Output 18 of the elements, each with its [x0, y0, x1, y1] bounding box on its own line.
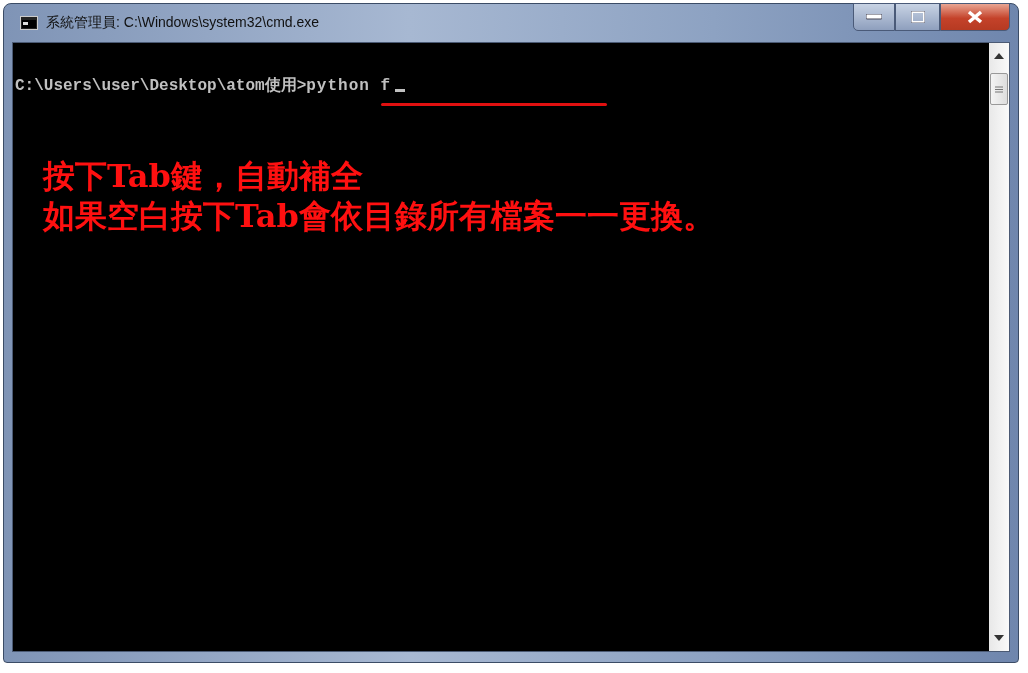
maximize-icon	[910, 11, 925, 23]
vertical-scrollbar[interactable]	[989, 43, 1009, 651]
annotation-text: 按下Tab鍵，自動補全	[43, 156, 364, 196]
scroll-up-icon[interactable]	[994, 53, 1004, 59]
scroll-down-icon[interactable]	[994, 635, 1004, 641]
text-cursor	[395, 89, 406, 92]
close-button[interactable]	[940, 3, 1010, 31]
window-title: 系統管理員: C:\Windows\system32\cmd.exe	[46, 14, 320, 32]
close-icon	[966, 10, 984, 24]
scroll-thumb[interactable]	[990, 73, 1008, 105]
command-text: python f	[306, 77, 392, 95]
minimize-button[interactable]	[853, 3, 895, 31]
console-icon	[20, 16, 38, 30]
annotation-text: 如果空白按下Tab會依目錄所有檔案一一更換。	[43, 196, 716, 236]
minimize-icon	[866, 14, 882, 20]
maximize-button[interactable]	[895, 3, 940, 31]
grip-icon	[995, 85, 1003, 93]
command-prompt: C:\Users\user\Desktop\atom使用>	[15, 76, 307, 96]
